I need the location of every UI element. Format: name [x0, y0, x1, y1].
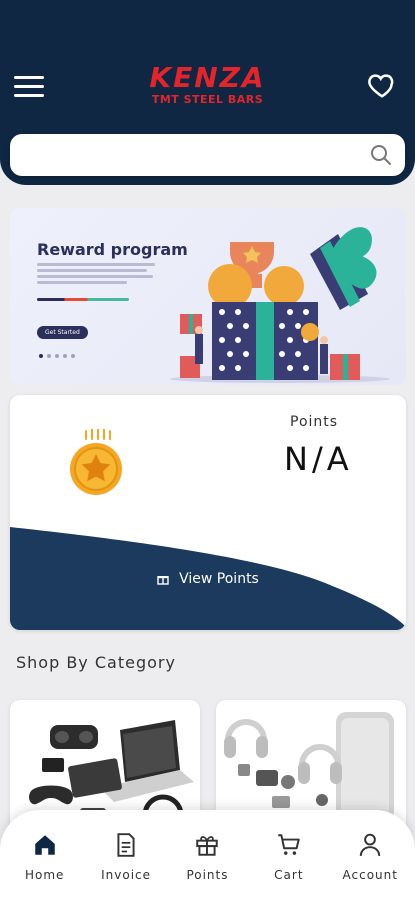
gift-icon	[196, 836, 219, 856]
shop-by-category-title: Shop By Category	[16, 653, 176, 672]
points-label: Points	[290, 414, 339, 430]
coin-icon	[70, 429, 122, 495]
logo-wordmark: KENZA	[149, 61, 266, 94]
gift-icon	[157, 576, 169, 585]
app-header: KENZA TMT STEEL BARS	[0, 0, 415, 185]
nav-cart-label: Cart	[274, 868, 304, 882]
home-icon	[34, 835, 55, 855]
reward-banner[interactable]: Reward program Get Started	[10, 208, 406, 385]
search-icon[interactable]	[369, 143, 393, 167]
gift-box-illustration	[170, 227, 390, 383]
nav-invoice[interactable]: Invoice	[86, 832, 166, 900]
brand-logo: KENZA TMT STEEL BARS	[0, 61, 415, 107]
carousel-indicator[interactable]	[39, 354, 75, 358]
nav-account-label: Account	[342, 868, 398, 882]
get-started-button[interactable]: Get Started	[37, 326, 88, 339]
user-icon	[360, 833, 381, 856]
banner-placeholder-text	[37, 263, 155, 287]
logo-tagline: TMT STEEL BARS	[151, 93, 264, 106]
invoice-icon	[117, 833, 135, 857]
nav-home-label: Home	[24, 868, 65, 882]
view-points-label: View Points	[179, 571, 259, 587]
nav-account[interactable]: Account	[330, 832, 410, 900]
nav-invoice-label: Invoice	[101, 868, 152, 882]
search-input[interactable]	[22, 147, 369, 163]
nav-points[interactable]: Points	[167, 832, 247, 900]
nav-cart[interactable]: Cart	[249, 832, 329, 900]
nav-points-label: Points	[186, 868, 229, 882]
bottom-navigation: Home Invoice Points Cart Account	[0, 810, 415, 900]
cart-icon	[278, 834, 300, 855]
nav-home[interactable]: Home	[5, 832, 85, 900]
search-bar	[10, 134, 405, 176]
heart-icon[interactable]	[367, 70, 397, 100]
points-value: N/A	[284, 440, 353, 478]
view-points-button[interactable]: View Points	[10, 571, 406, 587]
points-card: Points N/A View Points	[10, 395, 406, 630]
banner-divider	[37, 298, 129, 301]
